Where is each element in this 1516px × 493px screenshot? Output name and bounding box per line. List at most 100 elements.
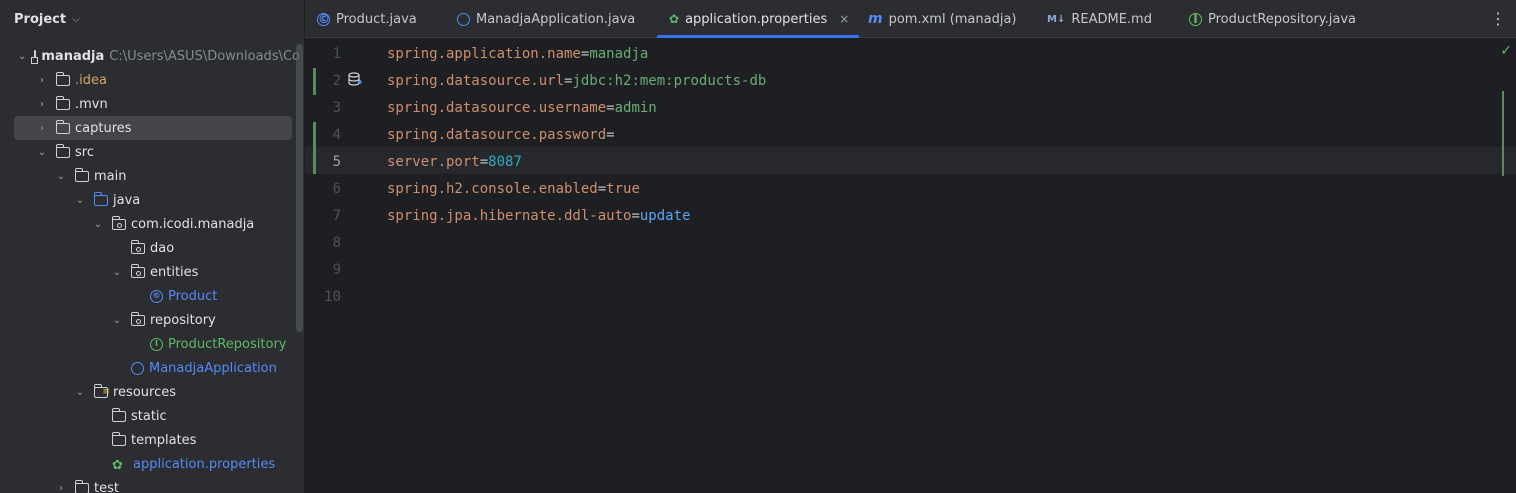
tree-item-application-properties[interactable]: ✿ application.properties — [0, 452, 292, 476]
chevron-right-icon[interactable]: › — [36, 75, 48, 86]
tree-item-label: application.properties — [133, 456, 276, 472]
tree-item-manadja[interactable]: ⌄ manadja C:\Users\ASUS\Downloads\Co — [0, 44, 300, 68]
tree-item-main[interactable]: ⌄ main — [0, 164, 292, 188]
folder-icon — [74, 479, 89, 493]
property-key: spring.application.name — [387, 46, 581, 62]
editor-tab-bar: © Product.java ManadjaApplication.java ✿… — [305, 0, 1516, 38]
tab-readme[interactable]: M↓ README.md — [1047, 0, 1152, 38]
tree-item-label: templates — [131, 432, 197, 448]
spring-leaf-icon: ✿ — [112, 458, 123, 473]
code-line[interactable]: spring.datasource.url=jdbc:h2:mem:produc… — [387, 68, 766, 95]
class-icon: © — [317, 11, 330, 26]
tree-item-label: main — [94, 168, 127, 184]
chevron-down-icon[interactable]: ⌄ — [55, 171, 67, 182]
interface-icon: I — [1189, 12, 1202, 26]
tree-item-dao[interactable]: dao — [0, 236, 292, 260]
folder-icon — [55, 119, 70, 134]
tab-label: pom.xml (manadja) — [888, 11, 1017, 27]
project-panel-header[interactable]: Project ⌵ — [0, 0, 304, 38]
spring-leaf-icon: ✿ — [669, 12, 680, 26]
chevron-down-icon[interactable]: ⌄ — [92, 219, 104, 230]
tree-item-package-root[interactable]: ⌄ com.icodi.manadja — [0, 212, 292, 236]
property-key: spring.datasource.url — [387, 73, 565, 89]
line-number: 4 — [332, 127, 341, 143]
class-icon: © — [150, 289, 163, 303]
chevron-down-icon[interactable]: ⌄ — [74, 387, 86, 398]
chevron-right-icon[interactable]: › — [36, 123, 48, 134]
code-line[interactable]: spring.datasource.password= — [387, 122, 615, 149]
folder-icon — [55, 95, 70, 110]
maven-icon: m — [868, 11, 883, 27]
check-icon[interactable]: ✓ — [1500, 43, 1512, 59]
package-icon — [111, 215, 126, 230]
tab-label: ManadjaApplication.java — [476, 11, 636, 27]
more-options-icon[interactable]: ⋮ — [1490, 9, 1506, 28]
tree-item-templates[interactable]: templates — [0, 428, 292, 452]
tree-item-captures[interactable]: › captures — [14, 116, 292, 140]
code-line[interactable]: spring.application.name=manadja — [387, 41, 648, 68]
spring-app-icon — [131, 361, 144, 375]
package-icon — [130, 311, 145, 326]
package-icon — [130, 263, 145, 278]
tree-item-label: captures — [75, 120, 132, 136]
database-icon[interactable] — [348, 72, 362, 86]
close-icon[interactable]: × — [839, 12, 849, 26]
folder-icon — [111, 407, 126, 422]
tab-application-properties[interactable]: ✿ application.properties × — [657, 0, 860, 38]
tree-item-label: ManadjaApplication — [149, 360, 277, 376]
equals-sign: = — [597, 181, 607, 197]
project-scrollbar[interactable] — [296, 44, 303, 332]
tab-label: README.md — [1071, 11, 1152, 27]
chevron-right-icon[interactable]: › — [36, 99, 48, 110]
tree-item-static[interactable]: static — [0, 404, 292, 428]
tab-product-java[interactable]: © Product.java — [317, 0, 417, 38]
tab-manadja-application[interactable]: ManadjaApplication.java — [457, 0, 635, 38]
project-panel-title: Project — [14, 11, 67, 27]
tree-item-label: Product — [168, 288, 218, 304]
line-number: 6 — [332, 181, 341, 197]
tree-item-resources[interactable]: ⌄ resources — [0, 380, 292, 404]
code-editor[interactable]: 1 2 3 4 5 6 7 8 9 10 spring.application.… — [305, 39, 1516, 493]
property-key: spring.datasource.password — [387, 127, 607, 143]
chevron-down-icon[interactable]: ⌄ — [111, 315, 123, 326]
chevron-down-icon[interactable]: ⌄ — [111, 267, 123, 278]
code-line[interactable]: spring.h2.console.enabled=true — [387, 176, 640, 203]
tree-item-label: static — [131, 408, 167, 424]
equals-sign: = — [606, 127, 615, 143]
tree-item-java[interactable]: ⌄ java — [0, 188, 292, 212]
package-icon — [130, 239, 145, 254]
tree-item-idea[interactable]: › .idea — [0, 68, 292, 92]
tree-item-label: manadja — [41, 48, 105, 64]
tree-item-repository[interactable]: ⌄ repository — [0, 308, 292, 332]
code-line[interactable]: spring.jpa.hibernate.ddl-auto=update — [387, 203, 690, 230]
equals-sign: = — [479, 154, 489, 170]
project-panel: Project ⌵ ⌄ manadja C:\Users\ASUS\Downlo… — [0, 0, 305, 493]
line-number: 3 — [332, 100, 341, 116]
code-line[interactable]: spring.datasource.username=admin — [387, 95, 657, 122]
chevron-down-icon[interactable]: ⌄ — [74, 195, 86, 206]
folder-icon — [55, 143, 70, 158]
tab-product-repository[interactable]: I ProductRepository.java — [1189, 0, 1356, 38]
code-line-current[interactable]: server.port=8087 — [387, 149, 522, 176]
tree-item-mvn[interactable]: › .mvn — [0, 92, 292, 116]
module-icon — [31, 50, 39, 64]
line-number: 10 — [324, 289, 341, 305]
tree-item-entities[interactable]: ⌄ entities — [0, 260, 292, 284]
tree-item-src[interactable]: ⌄ src — [0, 140, 292, 164]
markdown-icon: M↓ — [1047, 13, 1066, 25]
tab-pom-xml[interactable]: m pom.xml (manadja) — [868, 0, 1017, 38]
chevron-right-icon[interactable]: › — [55, 483, 67, 493]
equals-sign: = — [631, 208, 640, 224]
tree-item-path: C:\Users\ASUS\Downloads\Co — [109, 48, 300, 64]
tree-item-test[interactable]: › test — [0, 476, 292, 493]
tab-label: application.properties — [685, 11, 828, 27]
line-number: 1 — [332, 46, 341, 62]
tree-item-label: test — [94, 480, 119, 493]
chevron-down-icon[interactable]: ⌵ — [72, 14, 80, 25]
tree-item-label: com.icodi.manadja — [131, 216, 255, 232]
tree-item-product[interactable]: © Product — [0, 284, 292, 308]
chevron-down-icon[interactable]: ⌄ — [18, 51, 26, 62]
tree-item-manadja-application[interactable]: ManadjaApplication — [0, 356, 292, 380]
chevron-down-icon[interactable]: ⌄ — [36, 147, 48, 158]
tree-item-product-repository[interactable]: I ProductRepository — [0, 332, 292, 356]
